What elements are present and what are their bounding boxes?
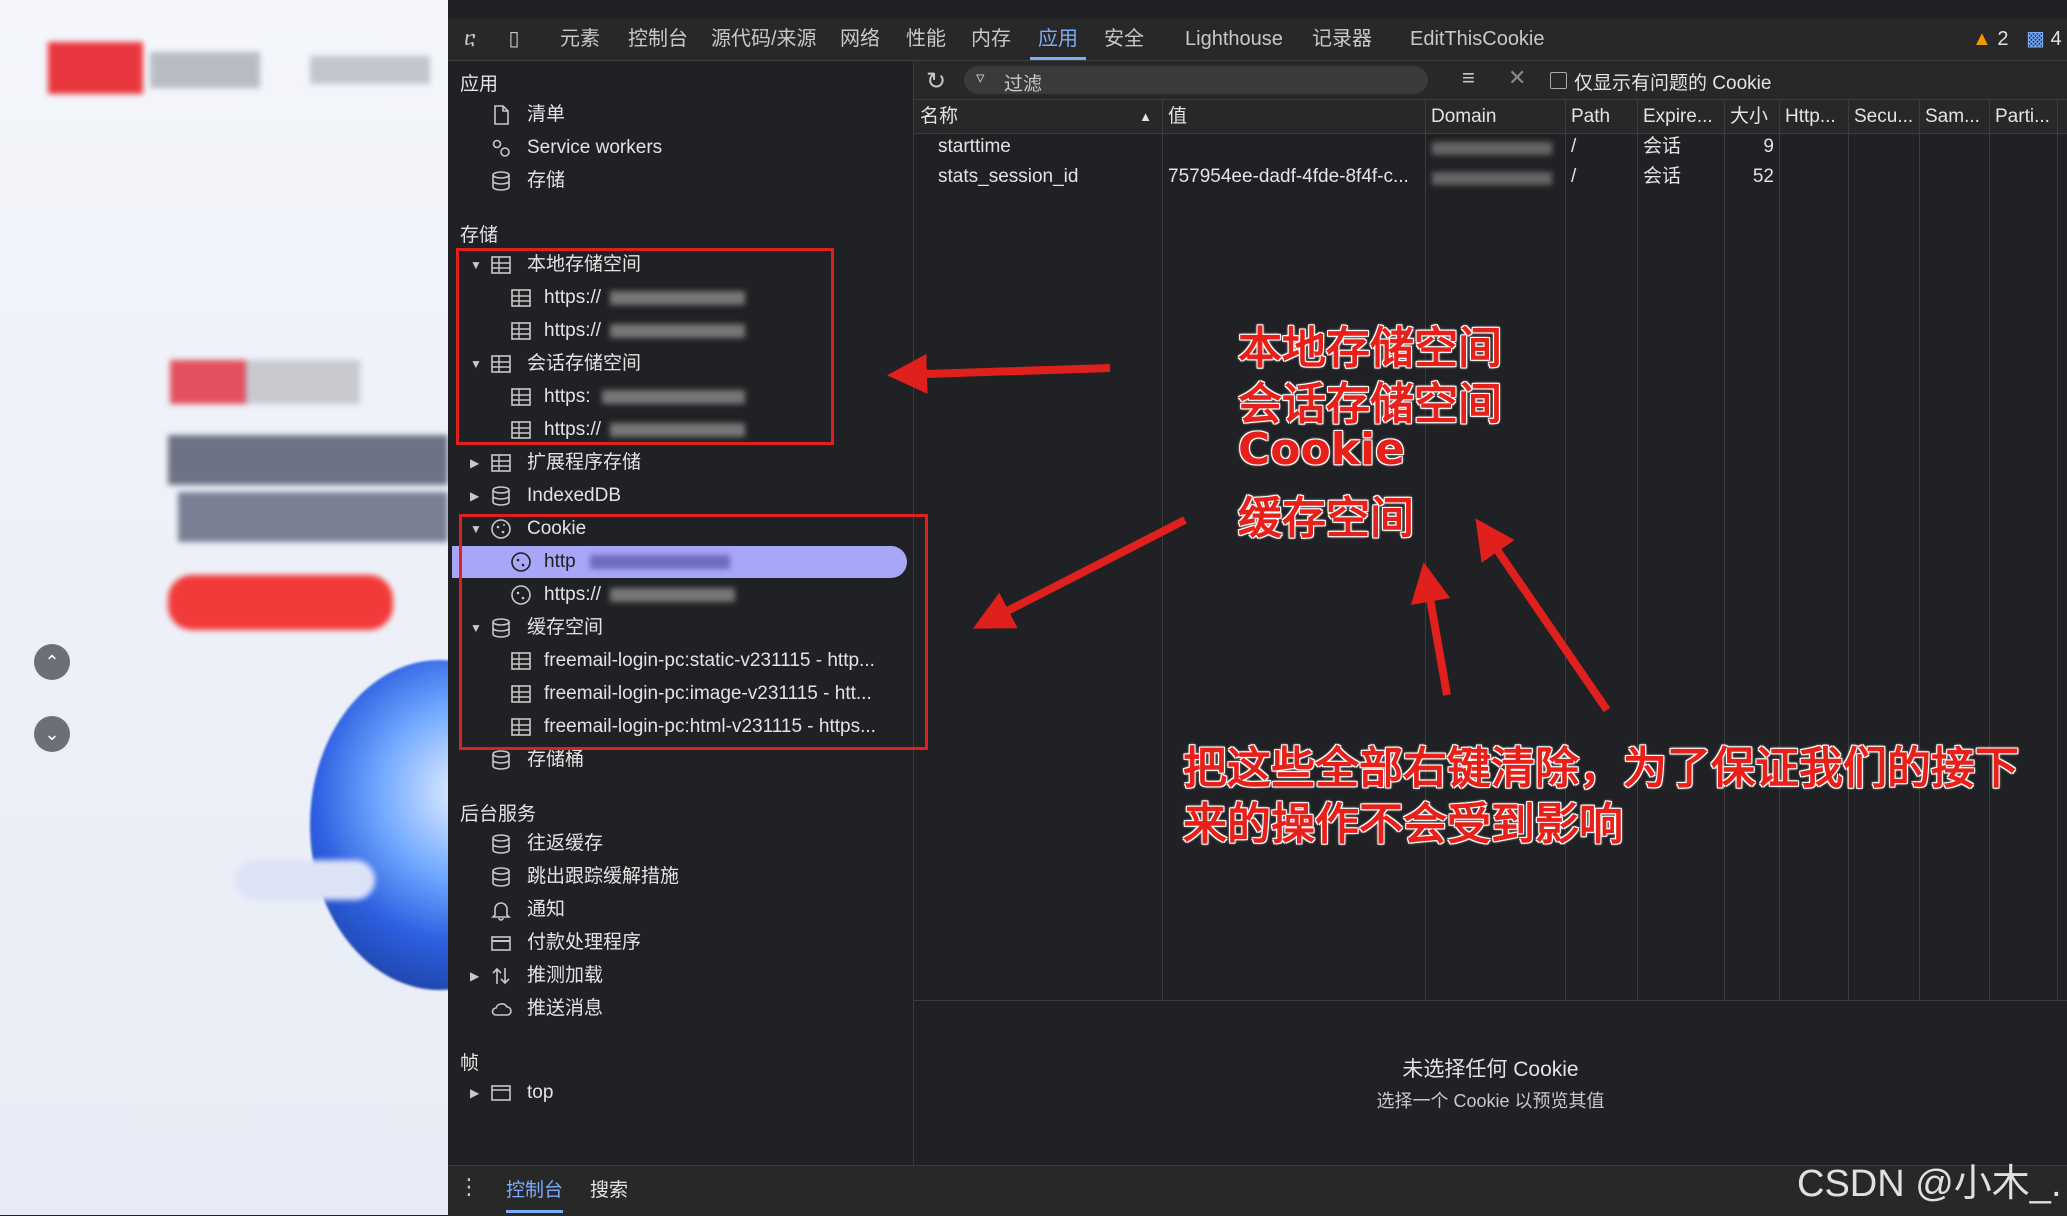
arrow-to-storage	[887, 353, 1111, 394]
arrow-up-1	[1410, 562, 1451, 696]
annotation-arrows	[887, 353, 1611, 713]
annotation-label-cache: 缓存空间	[1238, 493, 1414, 544]
annotation-label-local-storage: 本地存储空间	[1238, 323, 1502, 374]
watermark: CSDN @小木_.	[1797, 1163, 2062, 1205]
annotation-label-cookie: Cookie	[1238, 424, 1405, 475]
arrow-up-2	[1475, 518, 1611, 713]
annotation-note-line2: 来的操作不会受到影响	[1183, 799, 1623, 850]
annotation-label-session-storage: 会话存储空间	[1238, 379, 1502, 430]
arrow-to-cookie	[972, 516, 1187, 629]
annotation-note-line1: 把这些全部右键清除，为了保证我们的接下	[1183, 743, 2019, 794]
